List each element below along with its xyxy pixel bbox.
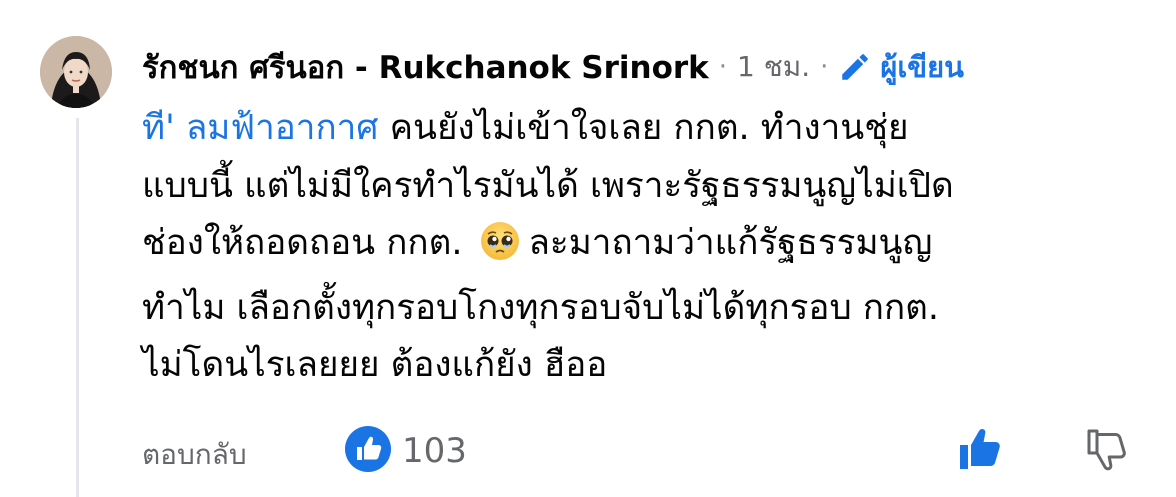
author-badge: ผู้เขียน <box>838 44 964 90</box>
author-name[interactable]: รักชนก ศรีนอก - Rukchanok Srinork <box>142 42 709 92</box>
comment-line: ช่องให้ถอดถอน กกต. ละมาถามว่าแก้รัฐธรรมน… <box>142 215 1152 280</box>
comment-body: ที' ลมฟ้าอากาศ คนยังไม่เข้าใจเลย กกต. ทำ… <box>142 100 1152 395</box>
thread-line <box>76 118 79 497</box>
comment-line: ไม่โดนไรเลยยย ต้องแก้ยัง ฮืออ <box>142 345 608 385</box>
avatar-image <box>40 36 112 108</box>
separator-dot: · <box>718 52 728 82</box>
mention-link[interactable]: ที' ลมฟ้าอากาศ <box>142 108 379 148</box>
comment-line: แบบนี้ แต่ไม่มีใครทำไรมันได้ เพราะรัฐธรร… <box>142 165 954 206</box>
avatar[interactable] <box>40 36 112 108</box>
comment-actions: ตอบกลับ 103 <box>142 425 1132 475</box>
pencil-icon <box>838 50 872 84</box>
separator-dot: · <box>820 52 829 82</box>
thumbs-down-icon <box>1087 429 1126 471</box>
like-button[interactable] <box>957 427 1005 475</box>
like-count: 103 <box>402 431 467 471</box>
dislike-button[interactable] <box>1085 427 1131 477</box>
thumbs-up-icon <box>960 429 1000 469</box>
reaction-summary[interactable]: 103 <box>344 425 467 477</box>
author-badge-label: ผู้เขียน <box>880 50 964 84</box>
comment-text: คนยังไม่เข้าใจเลย กกต. ทำงานชุ่ย <box>378 108 909 148</box>
comment-header: รักชนก ศรีนอก - Rukchanok Srinork · 1 ชม… <box>142 42 964 92</box>
comment-text: ละมาถามว่าแก้รัฐธรรมนูญ <box>528 223 933 263</box>
reply-button[interactable]: ตอบกลับ <box>142 433 247 477</box>
pleading-face-emoji <box>480 221 520 280</box>
timestamp[interactable]: 1 ชม. <box>737 45 810 89</box>
like-reaction-icon <box>344 425 392 477</box>
comment-line: ที' ลมฟ้าอากาศ คนยังไม่เข้าใจเลย กกต. ทำ… <box>142 100 1152 158</box>
comment-line: ทำไม เลือกตั้งทุกรอบโกงทุกรอบจับไม่ได้ทุ… <box>142 287 940 328</box>
comment-text: ช่องให้ถอดถอน กกต. <box>142 223 463 263</box>
